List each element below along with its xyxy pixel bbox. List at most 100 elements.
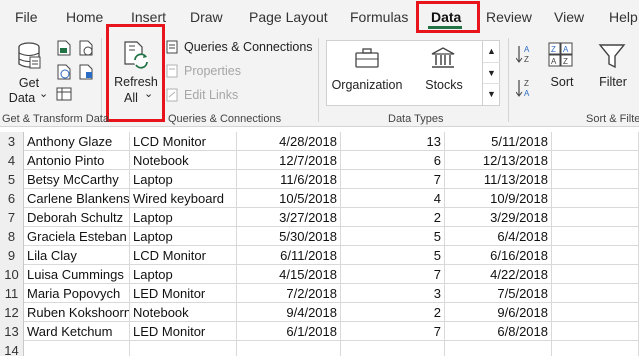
cell-product[interactable]: Wired keyboard bbox=[130, 189, 237, 208]
tab-review[interactable]: Review bbox=[486, 9, 532, 25]
tab-view[interactable]: View bbox=[554, 9, 584, 25]
cell-quantity[interactable]: 7 bbox=[341, 170, 445, 189]
tab-formulas[interactable]: Formulas bbox=[350, 9, 408, 25]
row-header[interactable]: 10 bbox=[0, 265, 24, 284]
cell-order-date[interactable] bbox=[237, 341, 341, 356]
tab-page-layout[interactable]: Page Layout bbox=[249, 9, 328, 25]
existing-connections-icon[interactable] bbox=[78, 64, 94, 80]
cell-empty[interactable] bbox=[552, 303, 639, 322]
cell-order-date[interactable]: 5/30/2018 bbox=[237, 227, 341, 246]
cell-ship-date[interactable]: 11/13/2018 bbox=[445, 170, 552, 189]
cell-name[interactable] bbox=[24, 341, 130, 356]
cell-product[interactable]: LED Monitor bbox=[130, 322, 237, 341]
organization-data-type-button[interactable]: Organization bbox=[327, 41, 407, 105]
cell-empty[interactable] bbox=[552, 227, 639, 246]
tab-help[interactable]: Help bbox=[609, 9, 638, 25]
sort-a-to-z-icon[interactable]: A Z bbox=[516, 44, 536, 64]
sort-button[interactable]: Z A A Z Sort bbox=[542, 36, 582, 108]
cell-product[interactable]: Laptop bbox=[130, 265, 237, 284]
cell-empty[interactable] bbox=[552, 189, 639, 208]
row-header[interactable]: 14 bbox=[0, 341, 24, 356]
cell-quantity[interactable]: 7 bbox=[341, 322, 445, 341]
cell-quantity[interactable]: 2 bbox=[341, 208, 445, 227]
queries-connections-button[interactable]: Queries & Connections bbox=[166, 40, 313, 54]
row-header[interactable]: 11 bbox=[0, 284, 24, 303]
cell-order-date[interactable]: 6/11/2018 bbox=[237, 246, 341, 265]
cell-ship-date[interactable]: 7/5/2018 bbox=[445, 284, 552, 303]
from-web-icon[interactable] bbox=[56, 64, 72, 80]
cell-empty[interactable] bbox=[552, 265, 639, 284]
cell-empty[interactable] bbox=[552, 151, 639, 170]
row-header[interactable]: 8 bbox=[0, 227, 24, 246]
tab-home[interactable]: Home bbox=[66, 9, 103, 25]
cell-ship-date[interactable]: 6/4/2018 bbox=[445, 227, 552, 246]
cell-order-date[interactable]: 10/5/2018 bbox=[237, 189, 341, 208]
cell-name[interactable]: Deborah Schultz bbox=[24, 208, 130, 227]
cell-ship-date[interactable] bbox=[445, 341, 552, 356]
cell-quantity[interactable]: 4 bbox=[341, 189, 445, 208]
cell-quantity[interactable]: 7 bbox=[341, 265, 445, 284]
filter-button[interactable]: Filter bbox=[592, 36, 634, 108]
cell-ship-date[interactable]: 12/13/2018 bbox=[445, 151, 552, 170]
row-header[interactable]: 5 bbox=[0, 170, 24, 189]
cell-ship-date[interactable]: 6/16/2018 bbox=[445, 246, 552, 265]
row-header[interactable]: 13 bbox=[0, 322, 24, 341]
gallery-up-button[interactable]: ▲ bbox=[483, 41, 500, 62]
tab-insert[interactable]: Insert bbox=[131, 9, 166, 25]
cell-quantity[interactable] bbox=[341, 341, 445, 356]
cell-name[interactable]: Carlene Blankenship bbox=[24, 189, 130, 208]
cell-product[interactable]: Notebook bbox=[130, 303, 237, 322]
row-header[interactable]: 4 bbox=[0, 151, 24, 170]
cell-quantity[interactable]: 6 bbox=[341, 151, 445, 170]
cell-quantity[interactable]: 5 bbox=[341, 246, 445, 265]
properties-button[interactable]: Properties bbox=[166, 64, 241, 78]
gallery-down-button[interactable]: ▼ bbox=[483, 62, 500, 83]
cell-product[interactable]: LED Monitor bbox=[130, 284, 237, 303]
from-table-icon[interactable] bbox=[56, 86, 72, 102]
gallery-more-button[interactable]: ▼ bbox=[483, 83, 500, 104]
tab-file[interactable]: File bbox=[15, 9, 38, 25]
cell-empty[interactable] bbox=[552, 246, 639, 265]
cell-ship-date[interactable]: 10/9/2018 bbox=[445, 189, 552, 208]
cell-name[interactable]: Ruben Kokshoorn bbox=[24, 303, 130, 322]
cell-product[interactable]: Laptop bbox=[130, 170, 237, 189]
edit-links-button[interactable]: Edit Links bbox=[166, 88, 238, 102]
cell-order-date[interactable]: 11/6/2018 bbox=[237, 170, 341, 189]
cell-empty[interactable] bbox=[552, 132, 639, 151]
cell-order-date[interactable]: 4/15/2018 bbox=[237, 265, 341, 284]
cell-quantity[interactable]: 2 bbox=[341, 303, 445, 322]
stocks-data-type-button[interactable]: Stocks bbox=[413, 41, 475, 105]
cell-name[interactable]: Luisa Cummings bbox=[24, 265, 130, 284]
cell-order-date[interactable]: 12/7/2018 bbox=[237, 151, 341, 170]
from-text-csv-icon[interactable] bbox=[56, 40, 72, 56]
row-header[interactable]: 12 bbox=[0, 303, 24, 322]
sort-z-to-a-icon[interactable]: Z A bbox=[516, 78, 536, 98]
cell-quantity[interactable]: 13 bbox=[341, 132, 445, 151]
cell-ship-date[interactable]: 9/6/2018 bbox=[445, 303, 552, 322]
cell-name[interactable]: Lila Clay bbox=[24, 246, 130, 265]
cell-order-date[interactable]: 6/1/2018 bbox=[237, 322, 341, 341]
cell-empty[interactable] bbox=[552, 170, 639, 189]
cell-empty[interactable] bbox=[552, 322, 639, 341]
row-header[interactable]: 3 bbox=[0, 132, 24, 151]
cell-name[interactable]: Maria Popovych bbox=[24, 284, 130, 303]
cell-product[interactable]: Laptop bbox=[130, 208, 237, 227]
cell-product[interactable]: Laptop bbox=[130, 227, 237, 246]
cell-name[interactable]: Ward Ketchum bbox=[24, 322, 130, 341]
cell-ship-date[interactable]: 4/22/2018 bbox=[445, 265, 552, 284]
cell-quantity[interactable]: 5 bbox=[341, 227, 445, 246]
cell-name[interactable]: Anthony Glaze bbox=[24, 132, 130, 151]
get-data-button[interactable]: Get Data ⌄ bbox=[6, 36, 52, 108]
cell-order-date[interactable]: 7/2/2018 bbox=[237, 284, 341, 303]
cell-name[interactable]: Betsy McCarthy bbox=[24, 170, 130, 189]
row-header[interactable]: 9 bbox=[0, 246, 24, 265]
cell-order-date[interactable]: 3/27/2018 bbox=[237, 208, 341, 227]
cell-ship-date[interactable]: 5/11/2018 bbox=[445, 132, 552, 151]
cell-product[interactable]: Notebook bbox=[130, 151, 237, 170]
cell-product[interactable]: LCD Monitor bbox=[130, 132, 237, 151]
cell-name[interactable]: Graciela Esteban bbox=[24, 227, 130, 246]
cell-ship-date[interactable]: 3/29/2018 bbox=[445, 208, 552, 227]
row-header[interactable]: 7 bbox=[0, 208, 24, 227]
cell-product[interactable] bbox=[130, 341, 237, 356]
recent-sources-icon[interactable] bbox=[78, 40, 94, 56]
